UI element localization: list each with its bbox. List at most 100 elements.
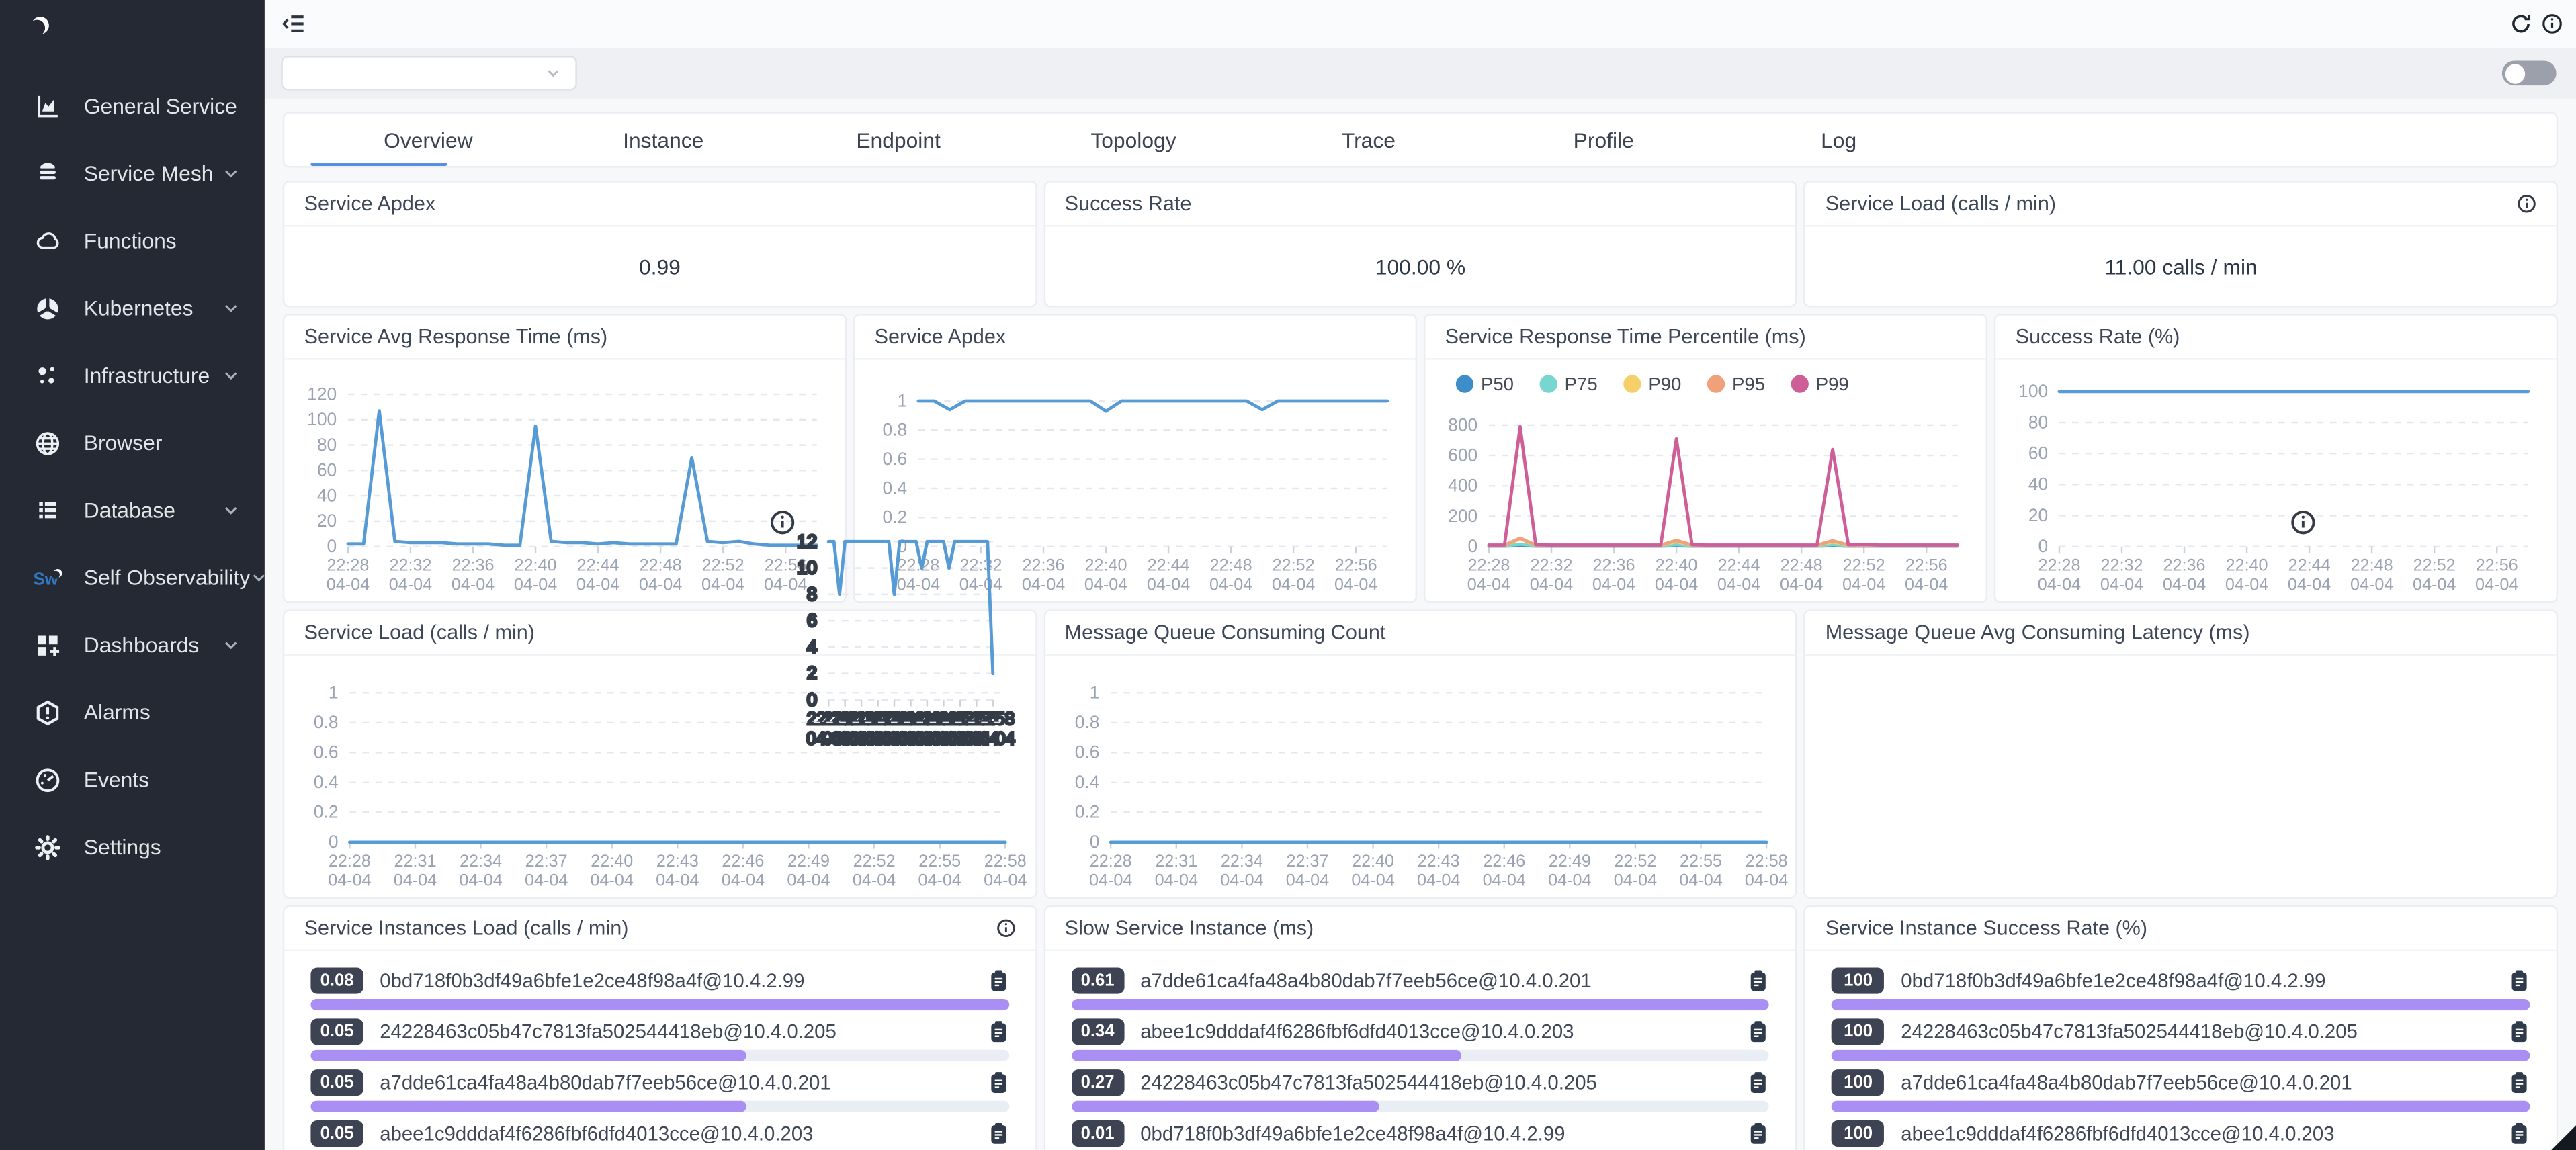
svg-text:22:31: 22:31: [1155, 852, 1197, 871]
progress-fill: [1832, 999, 2530, 1010]
list-item: 0.01 0bd718f0b3df49a6bfe1e2ce48f98a4f@10…: [1071, 1117, 1769, 1150]
tab-overview[interactable]: Overview: [310, 114, 546, 166]
clipboard-icon[interactable]: [988, 969, 1009, 991]
list-item: 0.05 a7dde61ca4fa48a4b80dab7f7eeb56ce@10…: [310, 1066, 1008, 1112]
instance-name: abee1c9dddaf4f6286fbf6dfd4013cce@10.4.0.…: [1901, 1121, 2508, 1144]
clipboard-icon[interactable]: [2509, 1020, 2530, 1043]
svg-text:04-04: 04-04: [525, 871, 568, 890]
card-header: Service Response Time Percentile (ms): [1425, 316, 1985, 360]
svg-text:60: 60: [2028, 443, 2048, 463]
chart-canvas[interactable]: [1805, 656, 2556, 897]
svg-text:22:43: 22:43: [1417, 852, 1459, 871]
progress-fill: [310, 1101, 746, 1112]
svg-text:04-04: 04-04: [1679, 871, 1722, 890]
corner-resize-handle[interactable]: [2551, 1125, 2576, 1150]
svg-text:22:52: 22:52: [1614, 852, 1656, 871]
svg-text:22:52: 22:52: [702, 556, 744, 575]
sidebar-item-infrastructure[interactable]: Infrastructure: [0, 342, 265, 409]
clipboard-icon[interactable]: [1748, 1121, 1770, 1144]
tab-bar: OverviewInstanceEndpointTopologyTracePro…: [283, 112, 2558, 167]
clipboard-icon[interactable]: [1748, 1070, 1770, 1093]
clipboard-icon[interactable]: [988, 1070, 1009, 1093]
sidebar-item-dashboards[interactable]: Dashboards: [0, 611, 265, 678]
svg-text:22:32: 22:32: [389, 556, 431, 575]
svg-text:22:49: 22:49: [1548, 852, 1590, 871]
info-icon[interactable]: [2542, 13, 2563, 35]
svg-text:22:40: 22:40: [591, 852, 633, 871]
sidebar-item-alarms[interactable]: Alarms: [0, 678, 265, 746]
clipboard-icon[interactable]: [2509, 1070, 2530, 1093]
svg-text:04-04: 04-04: [1285, 871, 1328, 890]
sidebar-item-self-observability[interactable]: Sw Self Observability: [0, 544, 265, 611]
svg-text:22:40: 22:40: [515, 556, 557, 575]
info-icon[interactable]: [996, 918, 1015, 938]
clipboard-icon[interactable]: [988, 1121, 1009, 1144]
svg-text:04-04: 04-04: [1219, 871, 1262, 890]
svg-text:120: 120: [307, 384, 337, 404]
active-tab-underline: [310, 162, 447, 166]
clipboard-icon[interactable]: [1748, 1020, 1770, 1043]
clipboard-icon[interactable]: [2509, 969, 2530, 991]
list-item: 100 abee1c9dddaf4f6286fbf6dfd4013cce@10.…: [1832, 1117, 2530, 1150]
version-toggle[interactable]: [2502, 60, 2557, 85]
instance-lists-row: Service Instances Load (calls / min) 0.0…: [283, 905, 2558, 1150]
sidebar-item-database[interactable]: Database: [0, 476, 265, 543]
svg-text:0.4: 0.4: [883, 478, 908, 498]
svg-text:22:44: 22:44: [577, 556, 619, 575]
svg-text:04-04: 04-04: [2163, 575, 2206, 594]
clipboard-icon[interactable]: [988, 1020, 1009, 1043]
chart-canvas[interactable]: 00.20.40.60.8122:2804-0422:3104-0422:340…: [284, 656, 1035, 897]
value-badge: 0.61: [1071, 967, 1123, 993]
svg-text:22:52: 22:52: [853, 852, 896, 871]
svg-text:P50: P50: [1481, 373, 1514, 394]
sidebar-item-functions[interactable]: Functions: [0, 207, 265, 274]
svg-text:22:32: 22:32: [1531, 556, 1573, 575]
sidebar-item-settings[interactable]: Settings: [0, 813, 265, 881]
clipboard-icon[interactable]: [2509, 1121, 2530, 1144]
tab-instance[interactable]: Instance: [546, 114, 781, 166]
list-item: 0.05 24228463c05b47c7813fa502544418eb@10…: [310, 1015, 1008, 1061]
sidebar-item-events[interactable]: Events: [0, 746, 265, 813]
progress-track: [310, 1050, 1008, 1061]
info-icon[interactable]: [2517, 194, 2536, 214]
sidebar-item-kubernetes[interactable]: Kubernetes: [0, 274, 265, 341]
metric-card-service-apdex: Service Apdex 0.99: [283, 181, 1037, 307]
svg-text:04-04: 04-04: [701, 575, 744, 594]
list-card-service-instance-success-rate: Service Instance Success Rate (%) 100 0b…: [1804, 905, 2558, 1150]
tab-trace[interactable]: Trace: [1251, 114, 1486, 166]
card-header: Success Rate: [1045, 182, 1795, 226]
svg-text:0.8: 0.8: [1074, 712, 1099, 732]
chart-canvas[interactable]: 02040608010012022:2804-0422:3204-0422:36…: [284, 360, 845, 602]
svg-text:04-04: 04-04: [639, 575, 682, 594]
list-item: 0.08 0bd718f0b3df49a6bfe1e2ce48f98a4f@10…: [310, 965, 1008, 1010]
sidebar-item-label: Service Mesh: [84, 161, 214, 186]
tab-topology[interactable]: Topology: [1016, 114, 1251, 166]
chevron-down-icon: [222, 635, 240, 654]
svg-text:600: 600: [1448, 445, 1477, 465]
globe-icon: [33, 430, 62, 456]
svg-text:P75: P75: [1565, 373, 1598, 394]
svg-text:22:31: 22:31: [394, 852, 436, 871]
tab-profile[interactable]: Profile: [1486, 114, 1721, 166]
svg-text:200: 200: [1448, 506, 1477, 526]
chart-canvas[interactable]: 020040060080022:2804-0422:3204-0422:3604…: [1425, 360, 1985, 602]
sidebar-item-browser[interactable]: Browser: [0, 409, 265, 476]
time-range-picker[interactable]: [2491, 15, 2500, 33]
tab-log[interactable]: Log: [1721, 114, 1957, 166]
svg-text:400: 400: [1448, 476, 1477, 496]
chart-canvas[interactable]: 00.20.40.60.8122:2804-0422:3104-0422:340…: [1045, 656, 1795, 897]
collapse-sidebar-icon[interactable]: [281, 11, 306, 36]
svg-text:P99: P99: [1816, 373, 1849, 394]
refresh-icon[interactable]: [2510, 13, 2532, 35]
sidebar-item-label: General Service: [84, 93, 237, 118]
svg-text:04-04: 04-04: [452, 575, 495, 594]
svg-text:04-04: 04-04: [2038, 575, 2081, 594]
sidebar-item-general-service[interactable]: General Service: [0, 73, 265, 140]
clipboard-icon[interactable]: [1748, 969, 1770, 991]
service-select[interactable]: [281, 56, 576, 90]
kubernetes-icon: [33, 295, 62, 321]
skywalking-logo: [0, 0, 265, 73]
sidebar-item-service-mesh[interactable]: Service Mesh: [0, 140, 265, 207]
instance-name: 24228463c05b47c7813fa502544418eb@10.4.0.…: [380, 1020, 987, 1043]
tab-endpoint[interactable]: Endpoint: [781, 114, 1016, 166]
